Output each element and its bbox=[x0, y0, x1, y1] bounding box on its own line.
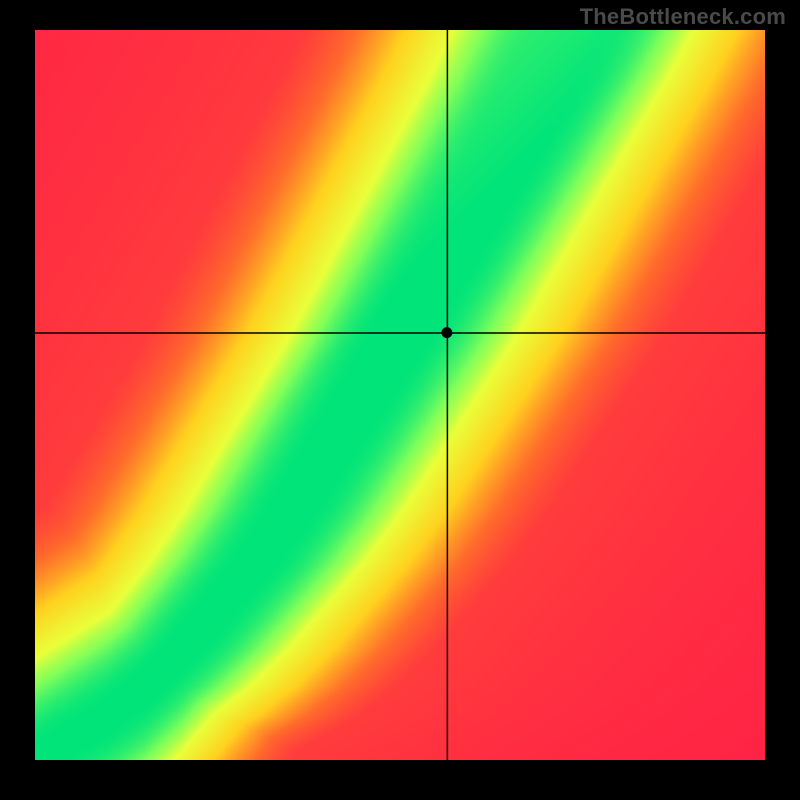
watermark-text: TheBottleneck.com bbox=[580, 4, 786, 30]
heatmap-plot bbox=[35, 30, 765, 760]
heatmap-canvas bbox=[35, 30, 765, 760]
